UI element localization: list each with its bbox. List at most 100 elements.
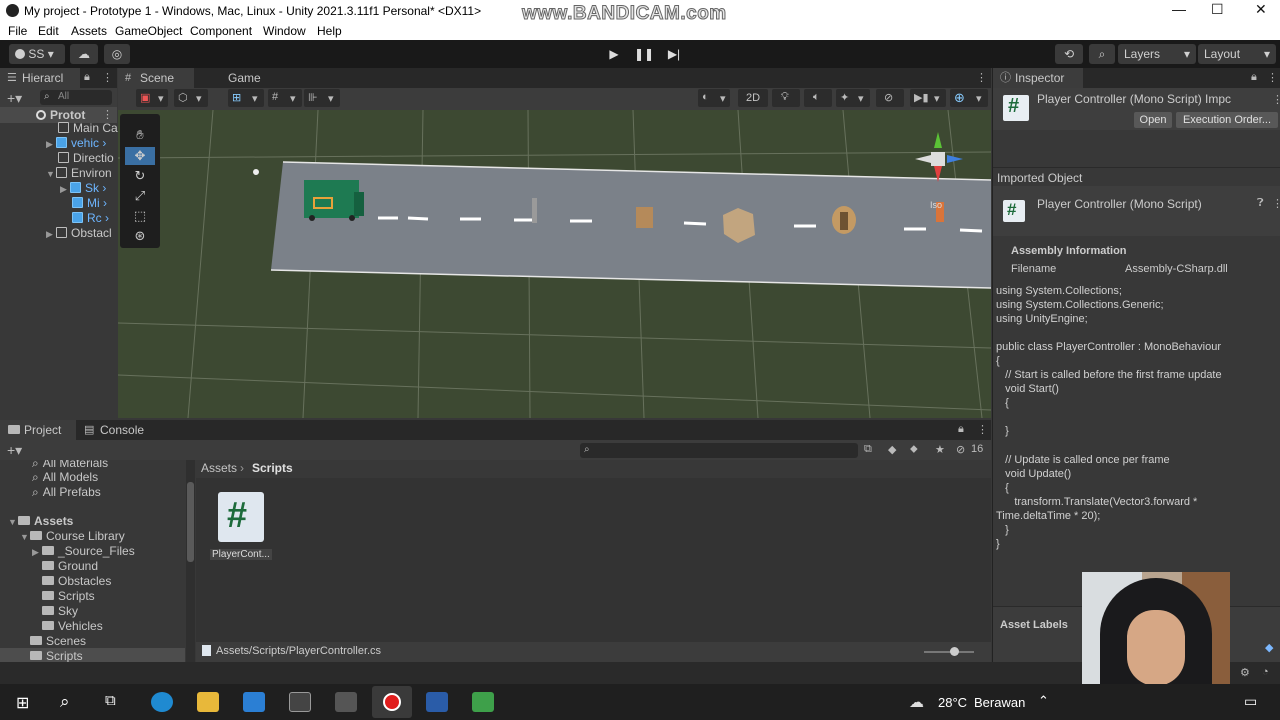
settings-icon[interactable]: ⚙: [1240, 666, 1250, 679]
tree-scrollbar[interactable]: [186, 460, 195, 662]
folder-course-library[interactable]: ▼ Course Library: [20, 529, 125, 543]
folder-sky[interactable]: Sky: [42, 604, 78, 618]
collab-button[interactable]: ◎: [104, 44, 130, 64]
project-search[interactable]: ⌕: [580, 443, 858, 458]
persp-dropdown[interactable]: ◐ ▾: [698, 89, 730, 107]
close-button[interactable]: ✕: [1255, 1, 1267, 18]
scene-viewport[interactable]: ✋︎ ✥ ↻ ⤢ ⬚ ⊛ Iso: [118, 110, 991, 418]
file-explorer-icon[interactable]: [197, 692, 219, 712]
unity-hub-icon[interactable]: [289, 692, 311, 712]
hand-tool[interactable]: ✋︎: [125, 126, 155, 144]
tree-item-road[interactable]: Rc ›: [72, 211, 109, 225]
folder-assets[interactable]: ▼ Assets: [8, 514, 73, 528]
history-button[interactable]: ⟲: [1055, 44, 1083, 64]
menu-gameobject[interactable]: GameObject: [115, 24, 182, 38]
filter-icon[interactable]: ◆: [888, 443, 896, 456]
tab-game[interactable]: Game: [196, 68, 264, 88]
folder-vehicles[interactable]: Vehicles: [42, 619, 103, 633]
lock-icon[interactable]: 🔒︎: [1251, 71, 1257, 84]
breadcrumb-root[interactable]: Assets: [201, 461, 237, 475]
more-icon[interactable]: ⋮: [102, 108, 113, 121]
tag-icon[interactable]: ◆: [1265, 641, 1273, 654]
step-button[interactable]: ▶|: [660, 44, 688, 64]
tree-item-environment[interactable]: ▼ Environ: [46, 166, 112, 180]
tree-item-sky[interactable]: ▶ Sk ›: [60, 181, 106, 195]
tree-item-vehicle[interactable]: ▶ vehic ›: [46, 136, 106, 150]
scrollbar-thumb[interactable]: [187, 482, 194, 562]
effects-dropdown[interactable]: ✦ ▾: [836, 89, 870, 107]
menu-window[interactable]: Window: [263, 24, 306, 38]
scale-tool[interactable]: ⤢: [125, 187, 155, 205]
hidden-packages-icon[interactable]: ⊘: [956, 443, 965, 456]
maximize-button[interactable]: ☐: [1211, 1, 1224, 18]
minimize-button[interactable]: —: [1172, 1, 1186, 17]
render-mode-dropdown[interactable]: ⬡ ▾: [174, 89, 208, 107]
breadcrumb-current[interactable]: Scripts: [252, 461, 293, 475]
pause-button[interactable]: ❚❚: [630, 44, 658, 64]
audio-toggle[interactable]: 🔈︎: [804, 89, 832, 107]
gizmos-dropdown[interactable]: ⊕ ▾: [950, 89, 988, 107]
tab-hierarchy[interactable]: ☰ Hierarcl: [0, 68, 80, 88]
weather-text[interactable]: Berawan: [974, 695, 1025, 710]
asset-label[interactable]: PlayerCont...: [210, 549, 272, 560]
menu-help[interactable]: Help: [317, 24, 342, 38]
bandicam-taskbar-button[interactable]: [372, 686, 412, 718]
grid-dropdown[interactable]: # ▾: [268, 89, 302, 107]
lock-icon[interactable]: 🔒︎: [84, 71, 90, 84]
notepad-icon[interactable]: [472, 692, 494, 712]
label-icon[interactable]: ⬥: [910, 443, 918, 456]
menu-component[interactable]: Component: [190, 24, 252, 38]
search-by-type-icon[interactable]: ⧉: [864, 443, 872, 456]
word-icon[interactable]: [426, 692, 448, 712]
folder-scripts-selected[interactable]: Scripts: [0, 648, 185, 662]
tree-item-m[interactable]: Mi ›: [72, 196, 107, 210]
more-icon[interactable]: ⋮: [977, 423, 988, 436]
folder-ground[interactable]: Ground: [42, 559, 98, 573]
favorite-all-models[interactable]: ⌕ All Models: [32, 470, 98, 485]
task-view-icon[interactable]: ⧉: [105, 692, 116, 709]
notification-icon[interactable]: ▭: [1244, 693, 1257, 710]
more-icon[interactable]: ⋮: [1272, 197, 1280, 210]
draw-mode-dropdown[interactable]: ▣ ▾: [136, 89, 168, 107]
chevron-up-icon[interactable]: ⌃: [1038, 693, 1049, 709]
vscode-icon[interactable]: [243, 692, 265, 712]
tree-item-directional-light[interactable]: Directio: [58, 151, 114, 165]
weather-temp[interactable]: 28°C: [938, 695, 967, 710]
folder-course-scripts[interactable]: Scripts: [42, 589, 95, 603]
menu-edit[interactable]: Edit: [38, 24, 59, 38]
hierarchy-search[interactable]: ⌕ All: [40, 90, 112, 105]
camera-dropdown[interactable]: ▶▮ ▾: [910, 89, 946, 107]
lock-icon[interactable]: 🔒︎: [958, 423, 964, 436]
tab-project[interactable]: Project: [0, 420, 76, 440]
tab-scene[interactable]: # Scene: [118, 68, 194, 88]
csharp-script-icon[interactable]: #: [218, 492, 264, 542]
layers-dropdown[interactable]: Layers ▾: [1118, 44, 1196, 64]
favorite-all-prefabs[interactable]: ⌕ All Prefabs: [32, 485, 101, 500]
more-icon[interactable]: ⋮: [102, 71, 113, 84]
tree-item-obstacles[interactable]: ▶ Obstacl: [46, 226, 112, 240]
tab-console[interactable]: ▤ Console: [78, 420, 154, 440]
menu-file[interactable]: File: [8, 24, 27, 38]
edge-icon[interactable]: [151, 692, 173, 712]
cloud-button[interactable]: ☁: [70, 44, 98, 64]
folder-scenes[interactable]: Scenes: [30, 634, 86, 648]
play-button[interactable]: ▶: [600, 44, 628, 64]
help-icon[interactable]: ❓︎: [1257, 197, 1264, 210]
search-button[interactable]: ⌕: [1089, 44, 1115, 64]
lighting-toggle[interactable]: 💡︎: [772, 89, 800, 107]
open-button[interactable]: Open: [1134, 112, 1172, 128]
rect-tool[interactable]: ⬚: [125, 207, 155, 225]
hidden-objects-toggle[interactable]: ⊘: [876, 89, 904, 107]
move-tool[interactable]: ✥: [125, 147, 155, 165]
2d-toggle[interactable]: 2D: [738, 89, 768, 107]
windows-start-icon[interactable]: ⊞: [16, 693, 29, 713]
more-icon[interactable]: ⋮: [1272, 93, 1280, 106]
tree-item-main-camera[interactable]: Main Ca: [58, 121, 118, 135]
folder-obstacles[interactable]: Obstacles: [42, 574, 111, 588]
layout-dropdown[interactable]: Layout ▾: [1198, 44, 1276, 64]
star-icon[interactable]: ★: [935, 443, 945, 456]
account-dropdown[interactable]: SS ▾: [9, 44, 65, 64]
persp-label[interactable]: Iso: [930, 200, 942, 210]
rotate-tool[interactable]: ↻: [125, 167, 155, 185]
menu-assets[interactable]: Assets: [71, 24, 107, 38]
